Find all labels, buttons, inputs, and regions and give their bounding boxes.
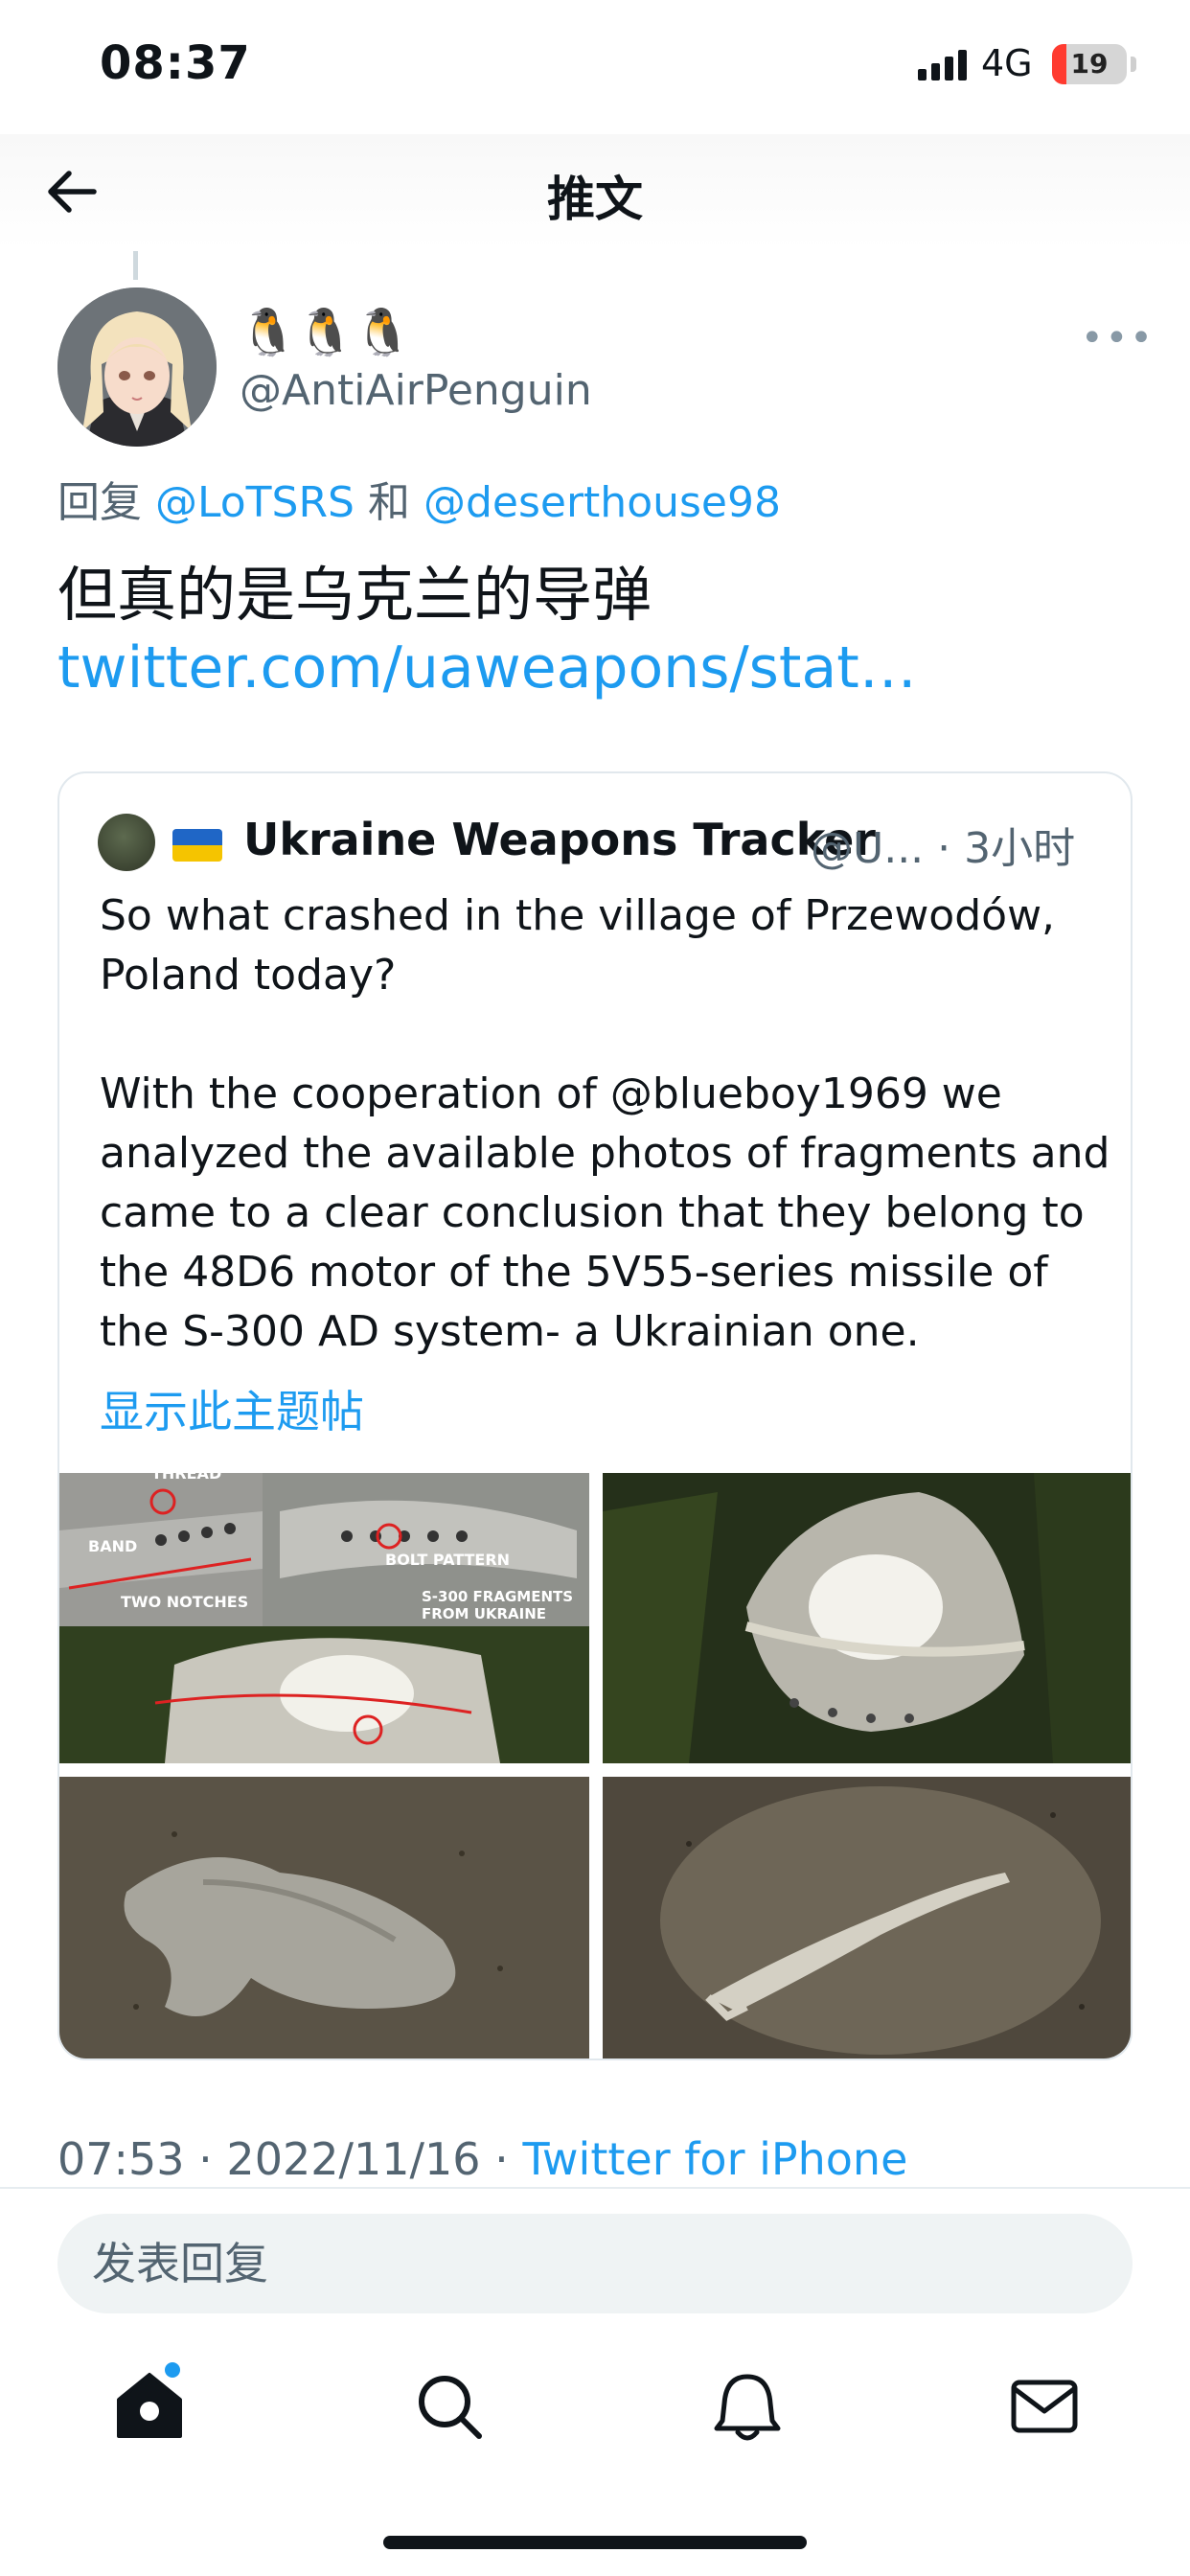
media-image-4[interactable]: [603, 1777, 1131, 2058]
media-image-3[interactable]: [59, 1777, 589, 2058]
mention-link-2[interactable]: @deserthouse98: [423, 478, 781, 527]
bell-icon: [714, 2374, 781, 2441]
status-time: 08:37: [100, 36, 251, 90]
home-icon: [117, 2373, 182, 2438]
ukraine-flag-icon: [172, 829, 222, 862]
show-thread-link[interactable]: 显示此主题帖: [100, 1377, 364, 1440]
reply-box[interactable]: [57, 2214, 1133, 2313]
label-two-notches: TWO NOTCHES: [121, 1593, 248, 1611]
media-grid: THREAD BAND TWO NOTCHES BOLT PATTERN S-3…: [59, 1473, 1131, 2058]
status-bar: 08:37 4G 19: [0, 0, 1190, 129]
media-image-2[interactable]: [603, 1473, 1131, 1763]
tweet-url-link[interactable]: twitter.com/uaweapons/stat…: [57, 634, 917, 702]
fragment-on-asphalt-image-1: [59, 1777, 589, 2058]
quoted-tweet-card[interactable]: Ukraine Weapons Tracker @U... · 3小时 So w…: [57, 771, 1133, 2060]
top-nav-bar: 推文: [0, 134, 1190, 249]
label-bolt-pattern: BOLT PATTERN: [385, 1551, 510, 1569]
home-indicator[interactable]: [383, 2536, 807, 2549]
page-title: 推文: [547, 172, 643, 227]
quoted-text-line: With the cooperation of @blueboy1969 we: [100, 1070, 1002, 1118]
new-content-dot: [165, 2362, 180, 2378]
divider: [0, 2187, 1190, 2189]
tab-search[interactable]: [410, 2367, 487, 2444]
fragment-collage-image: THREAD BAND TWO NOTCHES BOLT PATTERN S-3…: [59, 1473, 589, 1763]
more-dots-icon: •••: [1081, 316, 1155, 360]
label-thread: THREAD: [151, 1473, 221, 1483]
quoted-text-line: the 48D6 motor of the 5V55-series missil…: [100, 1248, 1048, 1297]
label-fragments-1: S-300 FRAGMENTS: [422, 1588, 573, 1605]
quoted-handle-time: @U... · 3小时: [811, 824, 1076, 873]
reply-joiner: 和: [367, 478, 410, 527]
media-image-1[interactable]: THREAD BAND TWO NOTCHES BOLT PATTERN S-3…: [59, 1473, 589, 1763]
mention-link-1[interactable]: @LoTSRS: [155, 478, 355, 527]
network-type: 4G: [981, 42, 1033, 84]
tweet-timestamp: 07:53 · 2022/11/16 ·: [57, 2133, 523, 2185]
user-handle[interactable]: @AntiAirPenguin: [240, 366, 592, 415]
replying-to: 回复 @LoTSRS 和 @deserthouse98: [57, 468, 781, 529]
label-band: BAND: [88, 1537, 137, 1555]
thread-connector-line: [133, 251, 138, 280]
tweet-text: 但真的是乌克兰的导弹: [57, 560, 652, 630]
battery-percent: 19: [1070, 48, 1109, 80]
fragment-on-asphalt-image-2: [603, 1777, 1131, 2058]
quoted-display-name[interactable]: Ukraine Weapons Tracker: [243, 814, 876, 865]
quoted-avatar[interactable]: [98, 814, 155, 871]
more-options-button[interactable]: •••: [1081, 316, 1155, 360]
avatar-image: [57, 288, 217, 447]
tweet-source-link[interactable]: Twitter for iPhone: [522, 2133, 907, 2185]
quoted-text-line: Poland today?: [100, 951, 397, 1000]
fragment-in-grass-image: [603, 1473, 1131, 1763]
tab-home[interactable]: [111, 2367, 188, 2444]
quoted-text-line: the S-300 AD system- a Ukrainian one.: [100, 1307, 920, 1356]
mail-icon: [1011, 2380, 1078, 2433]
quoted-tweet-text: So what crashed in the village of Przewo…: [100, 886, 1115, 1362]
quoted-text-line: came to a clear conclusion that they bel…: [100, 1188, 1085, 1237]
tweet-metadata: 07:53 · 2022/11/16 · Twitter for iPhone: [57, 2133, 907, 2185]
reply-prefix: 回复: [57, 478, 142, 527]
avatar[interactable]: [57, 288, 217, 447]
quoted-text-line: [100, 1005, 1115, 1065]
label-fragments-2: FROM UKRAINE: [422, 1605, 546, 1622]
display-name[interactable]: 🐧🐧🐧: [240, 305, 411, 359]
quoted-text-line: analyzed the available photos of fragmen…: [100, 1129, 1110, 1178]
battery-cap: [1131, 57, 1136, 72]
battery-icon: 19: [1052, 44, 1127, 84]
signal-icon: [918, 48, 968, 80]
tab-notifications[interactable]: [709, 2367, 786, 2444]
quoted-text-line: So what crashed in the village of Przewo…: [100, 891, 1056, 940]
search-icon: [419, 2376, 482, 2439]
reply-input[interactable]: [92, 2214, 1088, 2313]
tab-messages[interactable]: [1006, 2367, 1083, 2444]
